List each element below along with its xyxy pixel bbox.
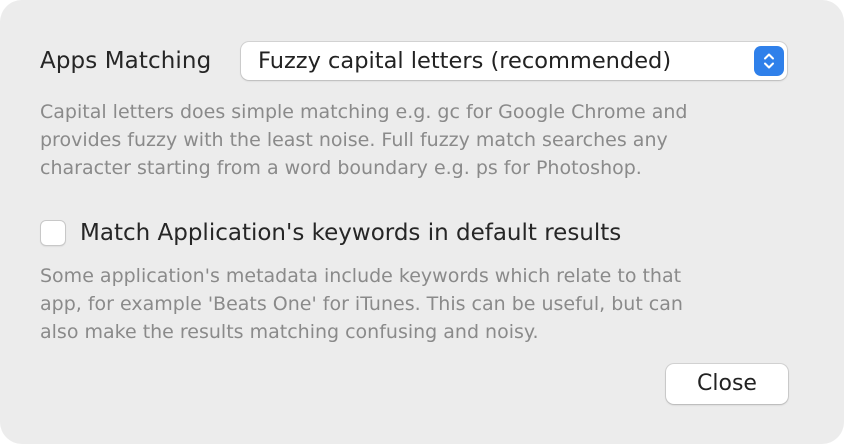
description-line: character starting from a word boundary … [40,157,642,179]
description-line: provides fuzzy with the least noise. Ful… [40,129,668,151]
apps-matching-select[interactable]: Fuzzy capital letters (recommended) [241,42,787,80]
close-button[interactable]: Close [666,364,788,404]
keywords-option-row[interactable]: Match Application's keywords in default … [40,219,621,247]
chevron-up-down-icon[interactable] [754,46,784,76]
keywords-description: Some application's metadata include keyw… [40,262,800,346]
description-line: Some application's metadata include keyw… [40,265,682,287]
description-line: app, for example 'Beats One' for iTunes.… [40,293,683,315]
description-line: also make the results matching confusing… [40,321,539,343]
apps-matching-label: Apps Matching [40,48,212,74]
preferences-dialog: Apps Matching Fuzzy capital letters (rec… [0,0,844,444]
keywords-checkbox-label[interactable]: Match Application's keywords in default … [80,220,621,246]
description-line: Capital letters does simple matching e.g… [40,101,688,123]
keywords-checkbox[interactable] [40,220,66,246]
apps-matching-description: Capital letters does simple matching e.g… [40,98,800,182]
apps-matching-row: Apps Matching [40,42,240,80]
apps-matching-selected-value: Fuzzy capital letters (recommended) [258,48,672,74]
